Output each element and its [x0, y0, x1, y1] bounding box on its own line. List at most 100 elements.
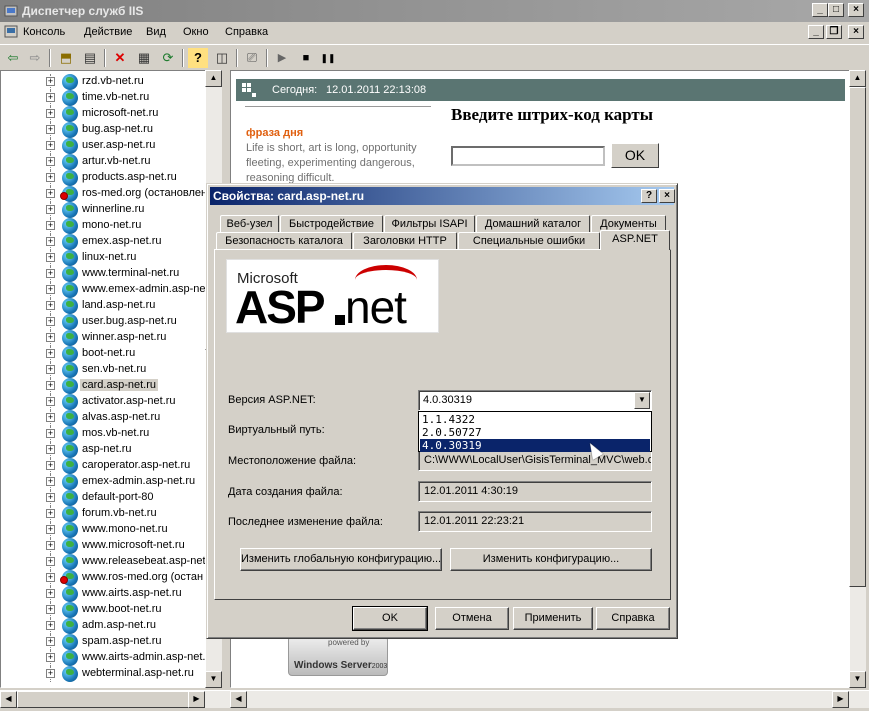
tree-item[interactable]: + www.terminal-net.ru — [1, 266, 206, 282]
tree-item[interactable]: + www.airts.asp-net.ru — [1, 586, 206, 602]
expand-icon[interactable]: + — [46, 477, 55, 486]
pause-icon[interactable]: ❚❚ — [318, 48, 338, 68]
main-title-bar[interactable]: Диспетчер служб IIS _ □ × — [0, 0, 869, 22]
tab-aspnet[interactable]: ASP.NET — [600, 230, 670, 250]
minimize-button[interactable]: _ — [812, 3, 828, 17]
menu-window[interactable]: Окно — [183, 26, 209, 38]
expand-icon[interactable]: + — [46, 525, 55, 534]
tree-item[interactable]: + card.asp-net.ru — [1, 378, 206, 394]
menu-console[interactable]: Консоль — [23, 26, 65, 38]
scroll-thumb[interactable] — [17, 691, 197, 708]
expand-icon[interactable]: + — [46, 253, 55, 262]
stop-icon[interactable]: ■ — [296, 48, 316, 68]
expand-icon[interactable]: + — [46, 557, 55, 566]
ok-button[interactable]: OK — [352, 606, 428, 631]
expand-icon[interactable]: + — [46, 349, 55, 358]
expand-icon[interactable]: + — [46, 173, 55, 182]
tree-item[interactable]: + mono-net.ru — [1, 218, 206, 234]
help-button[interactable]: Справка — [596, 607, 670, 630]
tree-item[interactable]: + user.bug.asp-net.ru — [1, 314, 206, 330]
maximize-button[interactable]: □ — [828, 3, 844, 17]
tree-item[interactable]: + rzd.vb-net.ru — [1, 74, 206, 90]
console-tree-icon[interactable]: ◫ — [212, 48, 232, 68]
expand-icon[interactable]: + — [46, 637, 55, 646]
back-arrow-icon[interactable]: ⇦ — [3, 48, 23, 68]
scroll-up-button[interactable]: ▲ — [205, 70, 222, 87]
expand-icon[interactable]: + — [46, 77, 55, 86]
tree-item[interactable]: + land.asp-net.ru — [1, 298, 206, 314]
expand-icon[interactable]: + — [46, 653, 55, 662]
scroll-left-button[interactable]: ◀ — [0, 691, 17, 708]
tree-item[interactable]: + default-port-80 — [1, 490, 206, 506]
tab-home-directory[interactable]: Домашний каталог — [476, 215, 590, 233]
computer-icon[interactable]: ⎚ — [242, 48, 262, 68]
tree-item[interactable]: + webterminal.asp-net.ru — [1, 666, 206, 682]
tree-item[interactable]: + www.releasebeat.asp-net — [1, 554, 206, 570]
expand-icon[interactable]: + — [46, 493, 55, 502]
tab-isapi-filters[interactable]: Фильтры ISAPI — [384, 215, 475, 233]
tab-website[interactable]: Веб-узел — [220, 215, 279, 233]
tab-custom-errors[interactable]: Специальные ошибки — [458, 232, 600, 250]
tree-item[interactable]: + linux-net.ru — [1, 250, 206, 266]
dialog-help-button[interactable]: ? — [641, 189, 657, 203]
tree-item[interactable]: + www.emex-admin.asp-ne — [1, 282, 206, 298]
tree-item[interactable]: + ros-med.org (остановлен — [1, 186, 207, 202]
expand-icon[interactable]: + — [46, 141, 55, 150]
expand-icon[interactable]: + — [46, 285, 55, 294]
scroll-right-button[interactable]: ▶ — [188, 691, 205, 708]
delete-icon[interactable]: ✕ — [110, 48, 130, 68]
expand-icon[interactable]: + — [46, 189, 55, 198]
child-minimize-button[interactable]: _ — [808, 25, 824, 39]
tree-item[interactable]: + www.airts-admin.asp-net. — [1, 650, 206, 666]
expand-icon[interactable]: + — [46, 541, 55, 550]
expand-icon[interactable]: + — [46, 237, 55, 246]
tree-item[interactable]: + asp-net.ru — [1, 442, 206, 458]
tree-item[interactable]: + spam.asp-net.ru — [1, 634, 206, 650]
version-dropdown-list[interactable]: 1.1.4322 2.0.50727 4.0.30319 — [418, 411, 652, 452]
scroll-down-button[interactable]: ▼ — [849, 671, 866, 688]
version-option-1-1[interactable]: 1.1.4322 — [420, 413, 650, 426]
tree-item[interactable]: + www.ros-med.org (остан — [1, 570, 206, 586]
expand-icon[interactable]: + — [46, 269, 55, 278]
tab-performance[interactable]: Быстродействие — [280, 215, 383, 233]
tree-item[interactable]: + time.vb-net.ru — [1, 90, 206, 106]
dialog-close-button[interactable]: × — [659, 189, 675, 203]
refresh-icon[interactable]: ⟳ — [158, 48, 178, 68]
tree-item[interactable]: + activator.asp-net.ru — [1, 394, 206, 410]
expand-icon[interactable]: + — [46, 125, 55, 134]
console-icon[interactable] — [3, 24, 19, 40]
tree-item[interactable]: + www.boot-net.ru — [1, 602, 206, 618]
expand-icon[interactable]: + — [46, 397, 55, 406]
edit-config-button[interactable]: Изменить конфигурацию... — [450, 548, 652, 571]
tree-item[interactable]: + boot-net.ru — [1, 346, 206, 362]
apply-button[interactable]: Применить — [513, 607, 593, 630]
expand-icon[interactable]: + — [46, 317, 55, 326]
expand-icon[interactable]: + — [46, 509, 55, 518]
barcode-ok-button[interactable]: OK — [611, 143, 659, 168]
web-scrollbar[interactable]: ▲ ▼ — [849, 70, 866, 688]
child-restore-button[interactable]: ❐ — [826, 25, 842, 39]
dialog-title-bar[interactable]: Свойства: card.asp-net.ru ? × — [210, 187, 675, 205]
tree-item[interactable]: + bug.asp-net.ru — [1, 122, 206, 138]
tree-item[interactable]: + sen.vb-net.ru — [1, 362, 206, 378]
expand-icon[interactable]: + — [46, 157, 55, 166]
tree-item[interactable]: + winnerline.ru — [1, 202, 206, 218]
tab-http-headers[interactable]: Заголовки HTTP — [353, 232, 457, 250]
close-button[interactable]: × — [848, 3, 864, 17]
expand-icon[interactable]: + — [46, 445, 55, 454]
scroll-up-button[interactable]: ▲ — [849, 70, 866, 87]
tree-item[interactable]: + www.microsoft-net.ru — [1, 538, 206, 554]
expand-icon[interactable]: + — [46, 365, 55, 374]
help-icon[interactable]: ? — [188, 48, 208, 68]
expand-icon[interactable]: + — [46, 429, 55, 438]
expand-icon[interactable]: + — [46, 109, 55, 118]
edit-global-config-button[interactable]: Изменить глобальную конфигурацию... — [240, 548, 442, 571]
tree-item[interactable]: + forum.vb-net.ru — [1, 506, 206, 522]
scroll-thumb[interactable] — [849, 87, 866, 587]
scroll-left-button[interactable]: ◀ — [230, 691, 247, 708]
version-option-4-0[interactable]: 4.0.30319 — [420, 439, 650, 452]
expand-icon[interactable]: + — [46, 573, 55, 582]
play-icon[interactable]: ▶ — [272, 48, 292, 68]
expand-icon[interactable]: + — [46, 381, 55, 390]
expand-icon[interactable]: + — [46, 605, 55, 614]
